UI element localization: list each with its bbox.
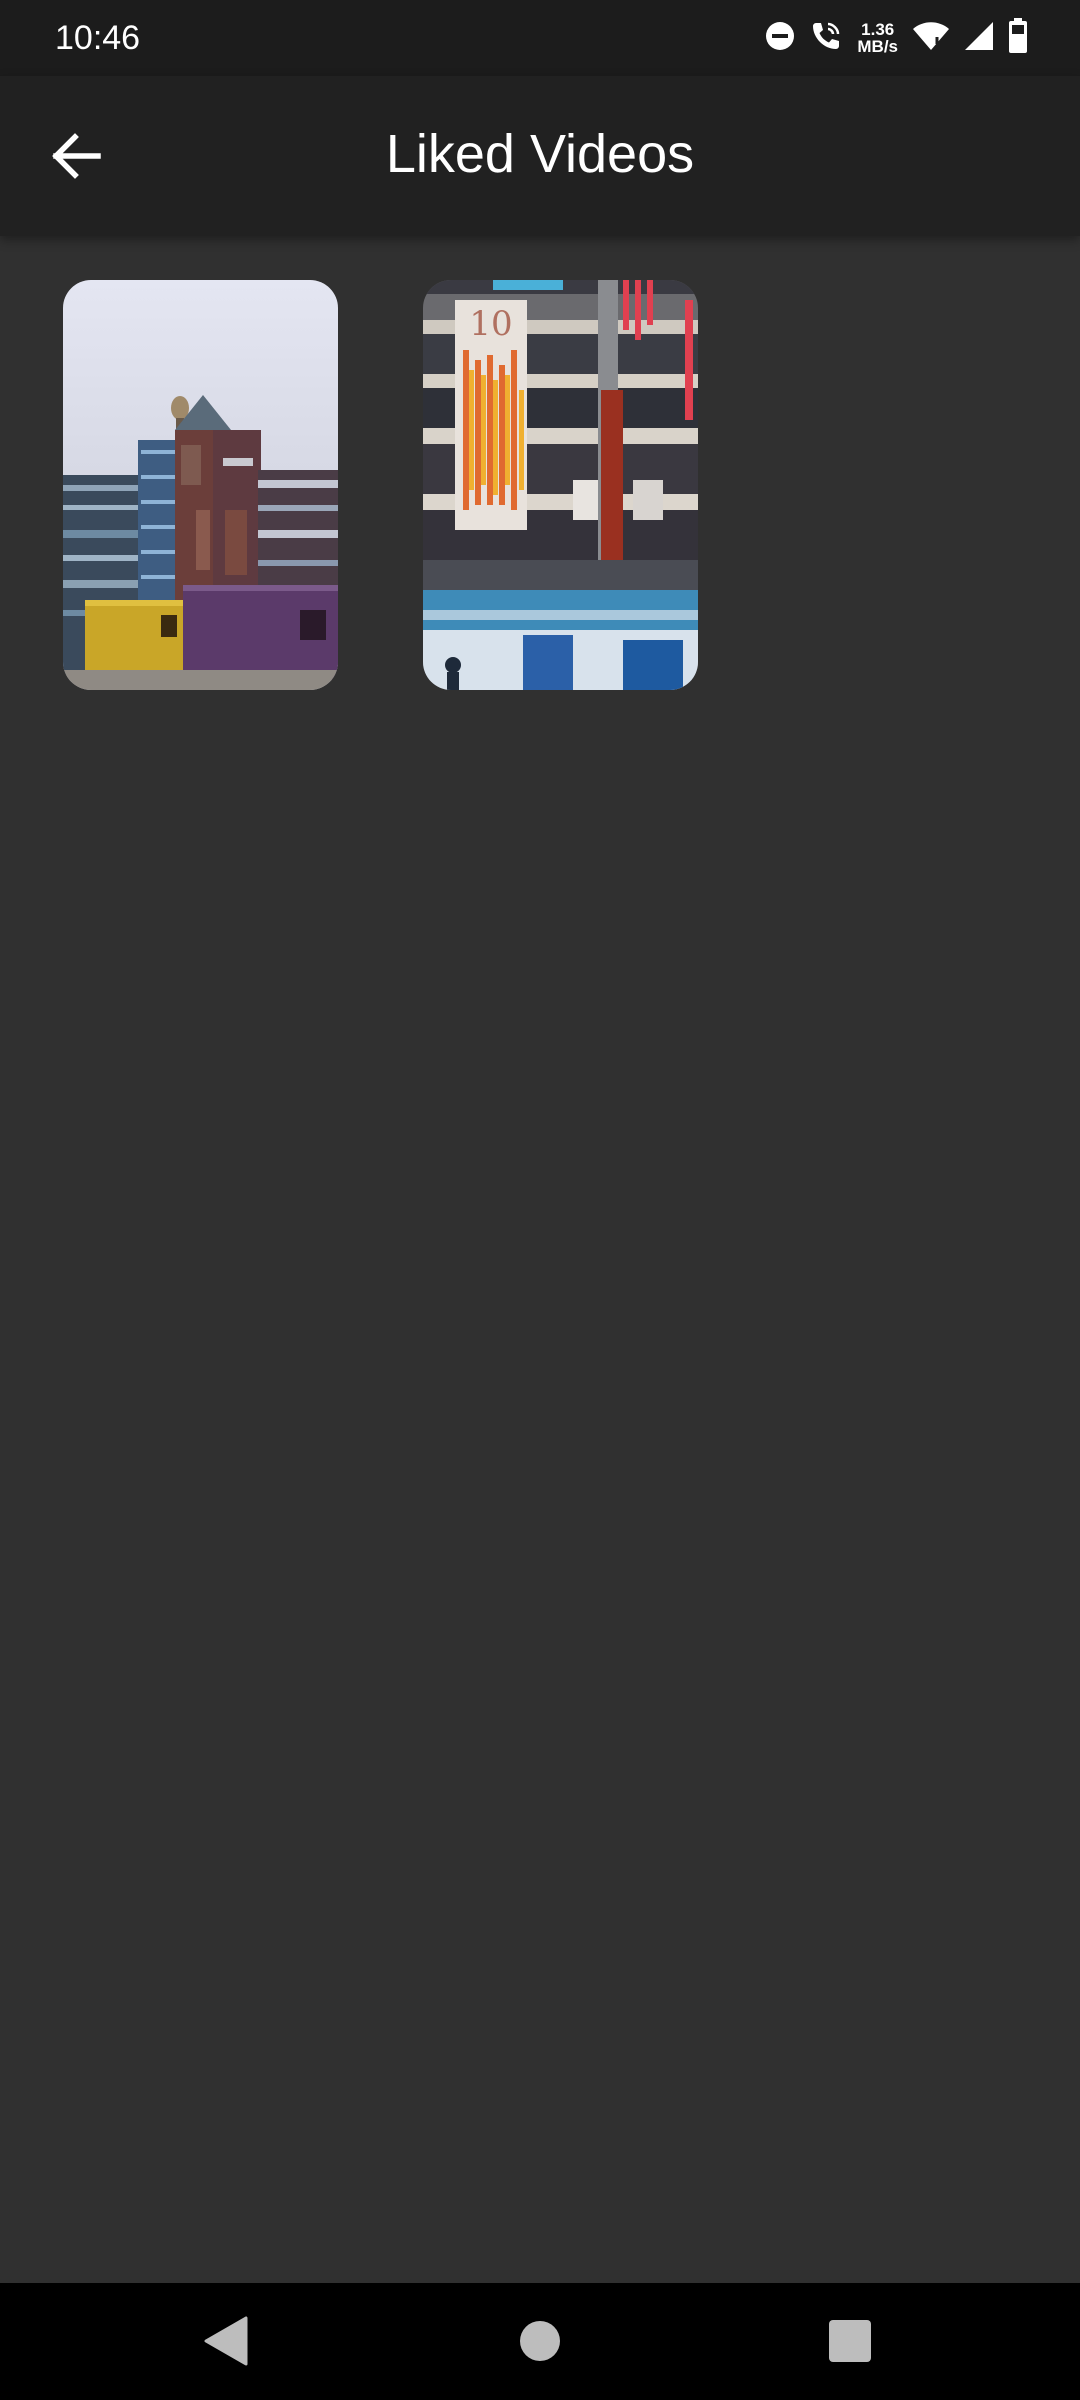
net-speed-unit: MB/s [857, 37, 898, 56]
nav-back-button[interactable] [196, 2313, 256, 2373]
nav-recents-button[interactable] [820, 2313, 880, 2373]
liked-videos-screen: 10:46 1.36 MB/s Liked Videos 10 [0, 0, 1080, 2400]
status-time: 10:46 [55, 19, 141, 57]
do-not-disturb-icon [765, 21, 795, 56]
net-speed-value: 1.36 [861, 20, 895, 39]
recents-square-icon [828, 2319, 872, 2368]
video-thumbnail[interactable]: 10 [423, 280, 698, 690]
status-bar: 10:46 1.36 MB/s [0, 0, 1080, 76]
cell-signal-icon [964, 21, 994, 56]
network-speed: 1.36 MB/s [857, 21, 898, 55]
nav-home-button[interactable] [510, 2313, 570, 2373]
video-thumbnail[interactable] [63, 280, 338, 690]
app-bar: Liked Videos [0, 76, 1080, 236]
page-title: Liked Videos [385, 124, 695, 184]
video-thumbnail-image [63, 280, 338, 690]
back-triangle-icon [204, 2316, 248, 2371]
battery-icon [1008, 17, 1028, 59]
svg-text:10: 10 [469, 304, 512, 344]
status-icons: 1.36 MB/s [765, 14, 1028, 62]
system-nav-bar [0, 2283, 1080, 2400]
wifi-call-icon [809, 19, 843, 58]
video-thumbnail-image: 10 [423, 280, 698, 690]
wifi-icon [912, 21, 950, 56]
home-circle-icon [518, 2319, 562, 2368]
